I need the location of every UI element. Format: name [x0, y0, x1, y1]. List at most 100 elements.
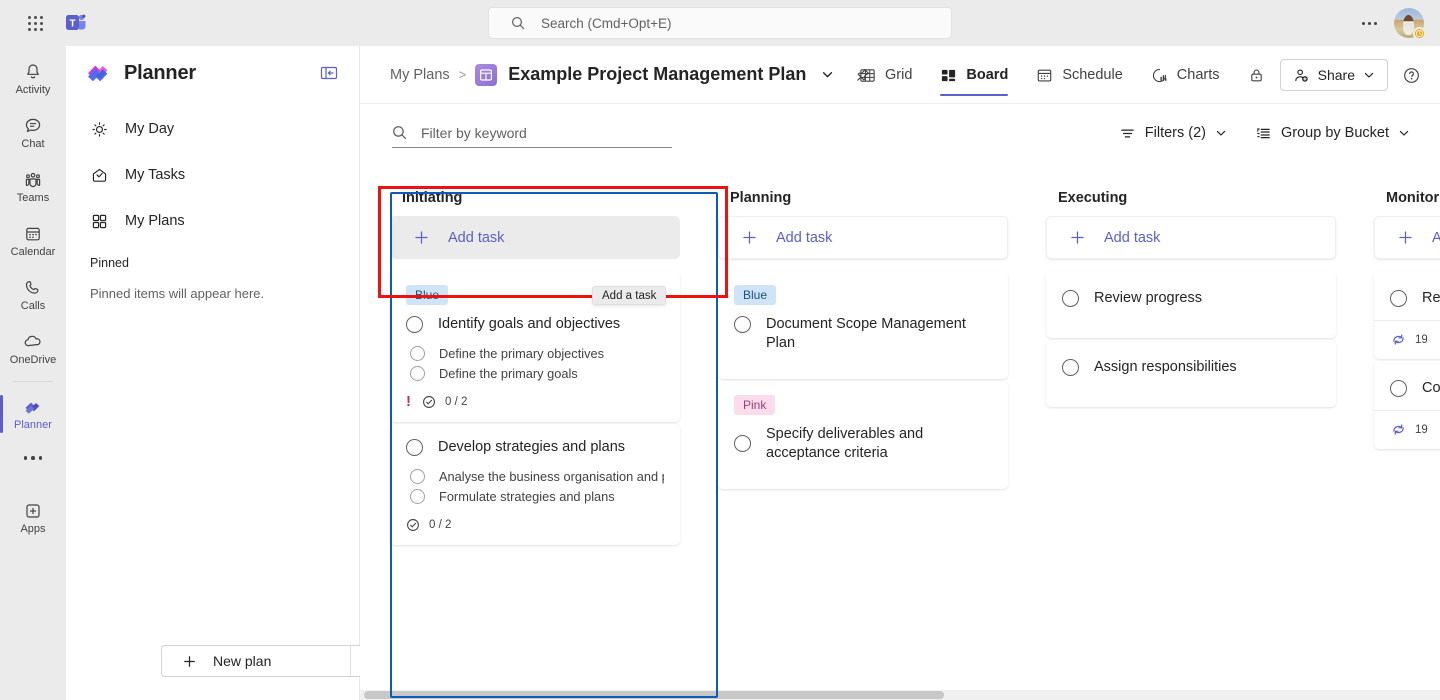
subtask-list: Analyse the business organisation and pe… [406, 469, 664, 504]
share-button[interactable]: Share [1280, 59, 1388, 91]
task-card[interactable]: Control changes 19 [1374, 361, 1440, 449]
rail-item-teams[interactable]: Teams [3, 160, 63, 214]
recurrence-row: 19 [1390, 321, 1440, 359]
sidebar-item-my-plans[interactable]: My Plans [80, 204, 345, 238]
recurrence-text: 19 [1415, 424, 1428, 436]
phone-icon [23, 278, 43, 298]
new-plan-label: New plan [213, 653, 271, 669]
tab-schedule[interactable]: Schedule [1022, 46, 1136, 104]
rail-item-activity[interactable]: Activity [3, 52, 63, 106]
pinned-empty-message: Pinned items will appear here. [66, 270, 359, 301]
task-complete-checkbox[interactable] [734, 316, 751, 333]
add-task-button[interactable]: Add task [390, 216, 680, 259]
rail-item-planner[interactable]: Planner [3, 387, 63, 441]
sidebar-item-my-tasks[interactable]: My Tasks [80, 158, 345, 192]
chevron-down-icon [1363, 69, 1375, 81]
view-tabs: Grid Board [845, 46, 1234, 104]
filter-input[interactable]: Filter by keyword [392, 118, 672, 148]
card-list: Blue Document Scope Management Plan Pink… [718, 271, 1008, 489]
rail-item-onedrive[interactable]: OneDrive [3, 322, 63, 376]
task-complete-checkbox[interactable] [1390, 380, 1407, 397]
task-title: Document Scope Management Plan [766, 315, 992, 353]
group-list-icon [1255, 125, 1272, 142]
task-card[interactable]: Develop strategies and plans Analyse the… [390, 424, 680, 545]
collapse-panel-icon[interactable] [317, 61, 341, 85]
chevron-down-icon [1215, 127, 1227, 139]
bucket-title: Initiating [390, 186, 680, 216]
add-task-button[interactable]: Add task [1374, 216, 1440, 259]
global-search[interactable]: Search (Cmd+Opt+E) [488, 7, 952, 39]
task-card[interactable]: Blue Document Scope Management Plan [718, 271, 1008, 379]
sidebar-item-label: My Tasks [125, 167, 185, 183]
search-input[interactable]: Search (Cmd+Opt+E) [488, 7, 952, 39]
task-complete-checkbox[interactable] [406, 439, 423, 456]
bucket-list: Initiating Add task Blue [360, 186, 1440, 692]
add-task-button[interactable]: Add task [1046, 216, 1336, 259]
teams-logo[interactable]: T [65, 12, 87, 34]
more-apps-icon[interactable] [3, 441, 63, 475]
subtask-item[interactable]: Analyse the business organisation and pe… [406, 469, 664, 484]
add-task-tooltip: Add a task [592, 286, 666, 305]
plan-name[interactable]: Example Project Management Plan [508, 64, 806, 85]
task-header: Identify goals and objectives [406, 315, 664, 334]
subtask-checkbox[interactable] [410, 469, 425, 484]
label-chip[interactable]: Blue [734, 285, 776, 305]
rail-item-calls[interactable]: Calls [3, 268, 63, 322]
app-launcher-icon[interactable] [18, 16, 52, 31]
subtask-checkbox[interactable] [410, 346, 425, 361]
new-plan-button[interactable]: New plan [162, 646, 350, 676]
task-complete-checkbox[interactable] [1062, 290, 1079, 307]
rail-item-chat[interactable]: Chat [3, 106, 63, 160]
sun-icon [90, 120, 109, 139]
subtask-item[interactable]: Define the primary goals [406, 366, 664, 381]
label-chip[interactable]: Pink [734, 395, 775, 415]
tab-charts[interactable]: Charts [1137, 46, 1234, 104]
bucket-monitoring-and-controlling: Monitoring and Controlling Add task Re [1374, 186, 1440, 692]
tab-grid[interactable]: Grid [845, 46, 926, 104]
sidebar-item-label: My Plans [125, 213, 185, 229]
subtask-checkbox[interactable] [410, 489, 425, 504]
subtask-checkbox[interactable] [410, 366, 425, 381]
add-task-button[interactable]: Add task [718, 216, 1008, 259]
add-task-label: Add task [448, 230, 504, 246]
help-circle-icon[interactable] [1398, 62, 1424, 88]
subtask-list: Define the primary objectives Define the… [406, 346, 664, 381]
tab-board[interactable]: Board [926, 46, 1022, 104]
checklist-icon [422, 395, 436, 409]
task-card[interactable]: Assign responsibilities [1046, 340, 1336, 407]
bucket-title: Executing [1046, 186, 1336, 216]
task-card[interactable]: Report performance 19 [1374, 271, 1440, 359]
group-by-button[interactable]: Group by Bucket [1247, 117, 1418, 149]
horizontal-scrollbar-thumb[interactable] [364, 691, 944, 699]
task-complete-checkbox[interactable] [406, 316, 423, 333]
checklist-count: 0 / 2 [429, 519, 451, 531]
svg-text:T: T [69, 19, 75, 30]
sidebar-item-my-day[interactable]: My Day [80, 112, 345, 146]
lock-icon[interactable] [1244, 62, 1270, 88]
breadcrumb-my-plans[interactable]: My Plans [390, 67, 450, 83]
plan-menu-chevron-down-icon[interactable] [814, 62, 840, 88]
filters-button[interactable]: Filters (2) [1111, 117, 1235, 149]
rail-item-calendar[interactable]: Calendar [3, 214, 63, 268]
label-chip[interactable]: Blue [406, 285, 448, 305]
recurrence-icon [1390, 422, 1407, 437]
plan-header: My Plans > Example Project Management Pl… [360, 46, 1440, 104]
chat-icon [23, 116, 43, 136]
filters-label: Filters (2) [1145, 125, 1206, 141]
board-view: Initiating Add task Blue [360, 186, 1440, 700]
card-footer: ! 0 / 2 [406, 395, 664, 409]
task-header: Report performance [1390, 289, 1440, 308]
task-complete-checkbox[interactable] [1062, 359, 1079, 376]
task-card[interactable]: Review progress [1046, 271, 1336, 338]
task-complete-checkbox[interactable] [734, 435, 751, 452]
search-icon [392, 125, 407, 140]
task-complete-checkbox[interactable] [1390, 290, 1407, 307]
more-options-icon[interactable] [1354, 8, 1384, 38]
task-card[interactable]: Pink Specify deliverables and acceptance… [718, 381, 1008, 489]
subtask-item[interactable]: Formulate strategies and plans [406, 489, 664, 504]
rail-label: OneDrive [10, 354, 56, 367]
subtask-item[interactable]: Define the primary objectives [406, 346, 664, 361]
charts-icon [1151, 67, 1168, 84]
avatar[interactable] [1394, 8, 1424, 38]
rail-item-apps[interactable]: Apps [3, 491, 63, 545]
